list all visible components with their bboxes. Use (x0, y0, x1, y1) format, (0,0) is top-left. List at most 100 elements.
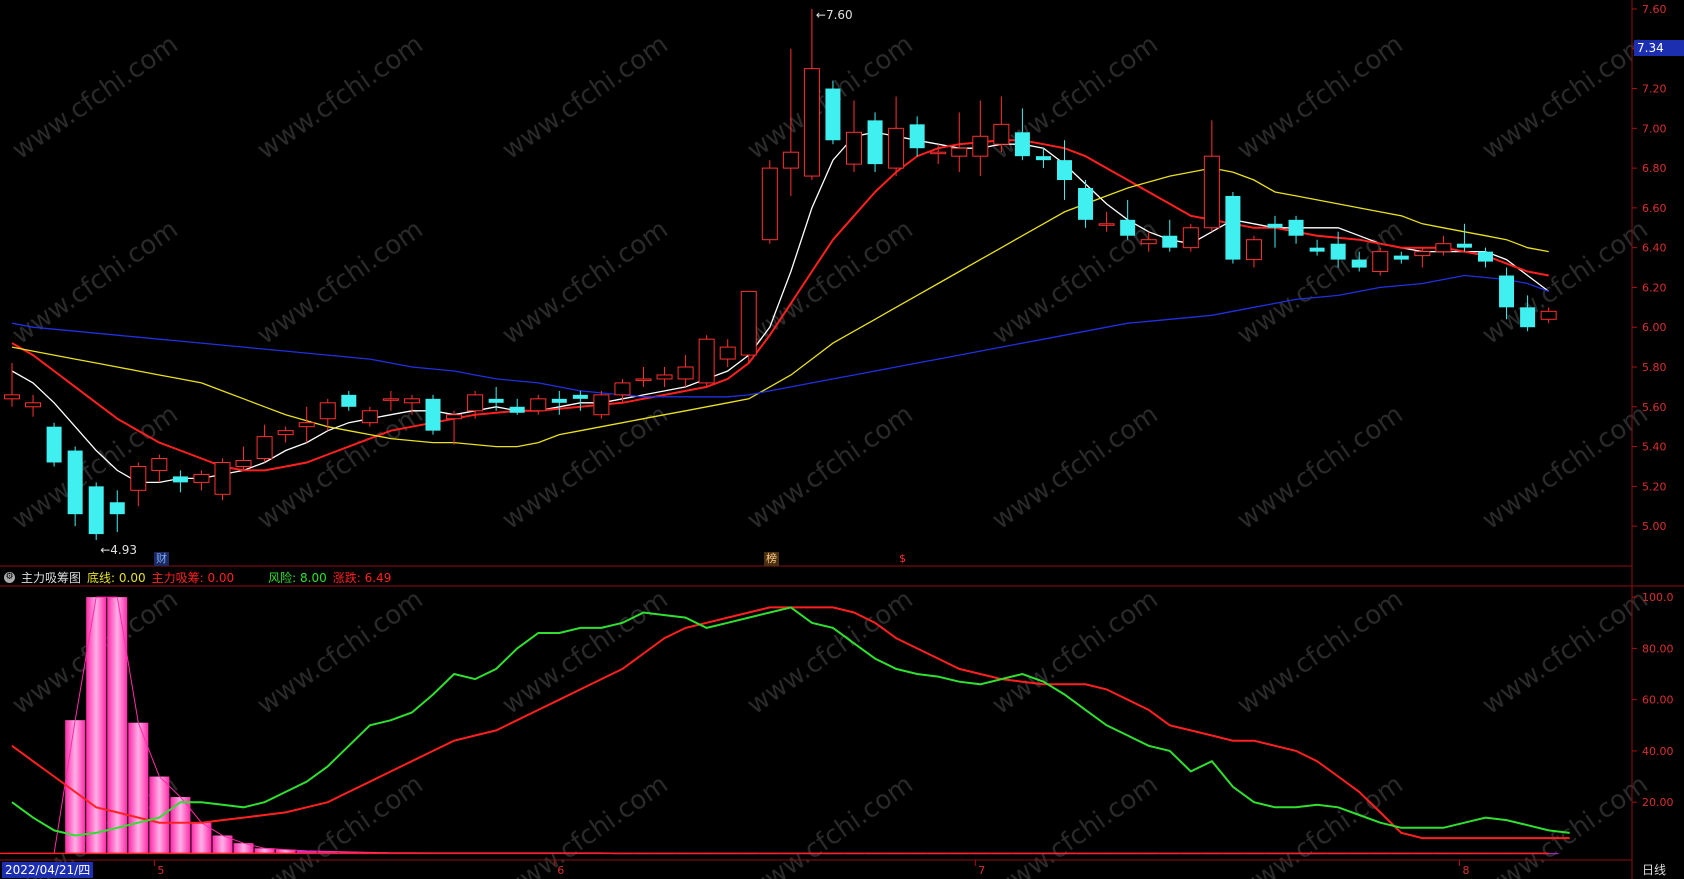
watermark-text: www.cfchi.com (7, 29, 184, 165)
period-label[interactable]: 日线 (1642, 862, 1666, 878)
candle-body (930, 151, 947, 155)
candle-body (614, 382, 631, 396)
watermark-text: www.cfchi.com (742, 769, 919, 879)
candle-body (1309, 247, 1325, 252)
watermark-text: www.cfchi.com (252, 584, 429, 720)
legend-baseline: 底线: 0.00 (87, 570, 146, 585)
candle-body (1288, 219, 1304, 236)
month-label: 8 (1462, 864, 1469, 877)
candle-body (214, 461, 231, 495)
watermark-text: www.cfchi.com (1477, 399, 1654, 535)
watermark-text: www.cfchi.com (7, 214, 184, 350)
price-tick-label: 6.40 (1642, 242, 1667, 255)
last-price-tag: 7.34 (1634, 40, 1684, 56)
watermark-text: www.cfchi.com (1232, 399, 1409, 535)
price-tick-label: 5.20 (1642, 480, 1667, 493)
candle-body (740, 290, 757, 356)
candle-body (382, 398, 399, 401)
candle-body (1078, 187, 1094, 220)
candle-body (109, 502, 125, 515)
candle-body (1351, 259, 1367, 268)
indicator-tick-label: 100.0 (1642, 591, 1674, 604)
watermark-text: www.cfchi.com (987, 769, 1164, 879)
candle-body (1162, 235, 1178, 248)
candle-body (1245, 239, 1262, 261)
candle-body (1456, 243, 1472, 248)
candle-body (551, 398, 567, 403)
price-axis: 7.607.407.207.006.806.606.406.206.005.80… (1632, 3, 1667, 533)
gear-icon[interactable]: ⚙ (4, 571, 15, 583)
candle-body (803, 68, 820, 177)
price-tick-label: 5.80 (1642, 361, 1667, 374)
candle-body (1014, 132, 1030, 157)
indicator-tick-label: 80.00 (1642, 642, 1674, 655)
candle-body (635, 378, 652, 381)
candle-body (825, 88, 841, 141)
candle-body (319, 402, 336, 420)
watermark-text: www.cfchi.com (987, 584, 1164, 720)
chart-canvas[interactable]: www.cfchi.com www.cfchi.com www.cfchi.com w… (0, 0, 1684, 879)
candle-body (1478, 251, 1493, 262)
price-tick-label: 6.80 (1642, 162, 1667, 175)
price-tick-label: 6.60 (1642, 202, 1667, 215)
price-tick-label: 6.20 (1642, 281, 1667, 294)
candle-body (1520, 307, 1536, 328)
watermark-text: www.cfchi.com (497, 399, 674, 535)
watermark-text: www.cfchi.com (497, 769, 674, 879)
month-label: 5 (157, 864, 164, 877)
indicator-tick-label: 40.00 (1642, 745, 1674, 758)
watermark-text: www.cfchi.com (987, 399, 1164, 535)
candle-body (719, 346, 736, 360)
accumulation-bar (149, 776, 170, 854)
indicator-tick-label: 60.00 (1642, 694, 1674, 707)
candle-body (1203, 155, 1220, 229)
indicator-legend: ⚙ 主力吸筹图 底线: 0.00 主力吸筹: 0.00 风险: 8.00 涨跌:… (4, 568, 397, 586)
candle-body (951, 147, 968, 157)
candle-body (1330, 243, 1346, 260)
candle-body (698, 338, 715, 384)
candle-body (972, 135, 989, 157)
candle-body (867, 120, 883, 165)
candle-body (782, 151, 799, 169)
price-tick-label: 5.60 (1642, 401, 1667, 414)
event-marker-finance[interactable]: 财 (154, 552, 169, 566)
indicator-tick-label: 20.00 (1642, 796, 1674, 809)
candle-body (993, 123, 1010, 145)
watermark-text: www.cfchi.com (987, 214, 1164, 350)
watermark-text: www.cfchi.com (497, 214, 674, 350)
candle-body (593, 394, 610, 416)
candle-body (1267, 223, 1283, 228)
candle-body (1225, 195, 1241, 260)
candle-body (1540, 310, 1557, 320)
indicator-title[interactable]: 主力吸筹图 (21, 569, 81, 586)
price-tick-label: 5.40 (1642, 441, 1667, 454)
watermark-text: www.cfchi.com (1232, 214, 1409, 350)
month-label: 6 (557, 864, 564, 877)
watermark-text: www.cfchi.com (742, 399, 919, 535)
event-marker-dollar[interactable]: $ (897, 552, 908, 566)
candle-body (88, 486, 104, 535)
legend-change: 涨跌: 6.49 (332, 570, 392, 585)
candle-body (530, 398, 547, 412)
price-labels: ←7.60 ←4.93 (100, 8, 852, 557)
low-price-label: ←4.93 (100, 543, 137, 557)
watermark-text: www.cfchi.com (1477, 29, 1654, 165)
candle-body (572, 394, 588, 399)
candle-body (172, 476, 188, 483)
candle-body (467, 394, 484, 412)
candle-body (1499, 275, 1515, 308)
candle-body (25, 402, 42, 408)
legend-accumulation: 主力吸筹: 0.00 (151, 570, 235, 585)
watermark-text: www.cfchi.com (252, 214, 429, 350)
price-tick-label: 6.00 (1642, 321, 1667, 334)
month-label: 7 (978, 864, 985, 877)
watermark-text: www.cfchi.com (252, 29, 429, 165)
candle-body (1120, 219, 1136, 236)
price-tick-label: 7.60 (1642, 3, 1667, 16)
event-marker-ranking[interactable]: 榜 (764, 552, 779, 566)
candle-body (488, 398, 504, 403)
price-tick-label: 7.20 (1642, 83, 1667, 96)
candle-body (4, 394, 20, 400)
candle-body (235, 459, 252, 467)
watermark-text: www.cfchi.com (987, 29, 1164, 165)
